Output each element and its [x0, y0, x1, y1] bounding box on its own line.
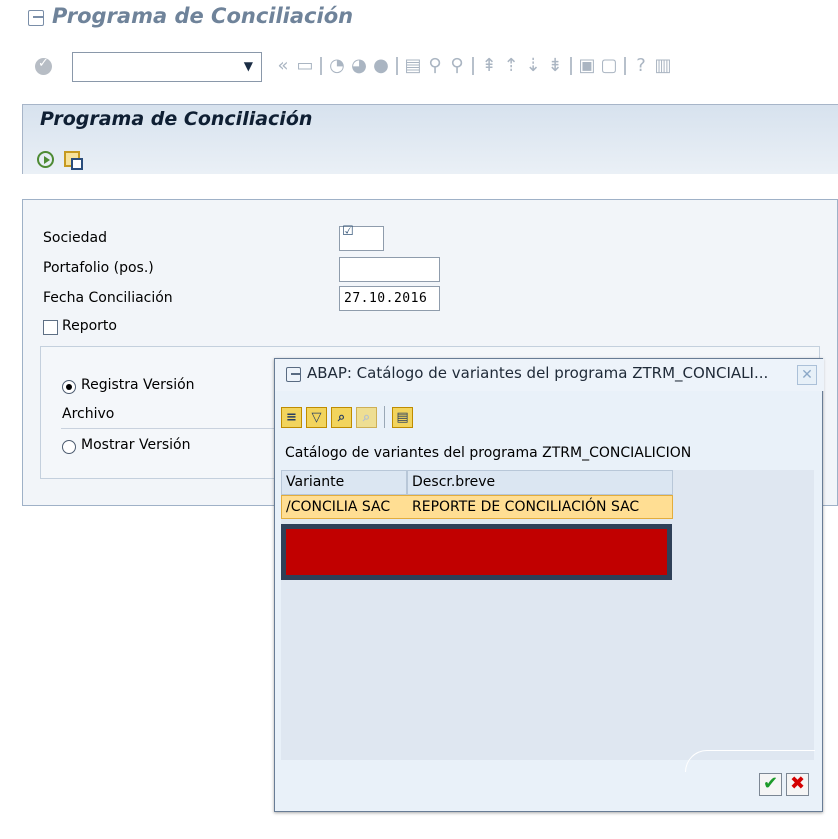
find-icon[interactable]: ⚲ — [426, 55, 444, 76]
find-next-icon[interactable]: ⚲ — [448, 55, 466, 76]
checkbox-icon: ☑ — [342, 224, 354, 239]
sociedad-input[interactable]: ☑ — [339, 224, 384, 251]
next-page-icon[interactable]: ⇣ — [524, 55, 542, 76]
toolbar-separator — [384, 406, 385, 428]
copy-icon[interactable] — [64, 151, 83, 170]
cancel-icon[interactable]: ● — [372, 55, 390, 76]
variant-cell[interactable]: /CONCILIA SAC — [282, 496, 408, 518]
first-page-icon[interactable]: ⇞ — [480, 55, 498, 76]
redacted-area — [281, 524, 672, 580]
catalog-title: Catálogo de variantes del programa ZTRM_… — [285, 445, 692, 461]
application-toolbar — [37, 151, 83, 170]
separator — [624, 56, 626, 75]
standard-toolbar: ▼ « ▭ ◔ ◕ ● ▤ ⚲ ⚲ ⇞ ⇡ ⇣ ⇟ ▣ ▢ ? ▥ — [0, 48, 838, 86]
variant-catalog-dialog: ABAP: Catálogo de variantes del programa… — [274, 358, 824, 812]
sort-ascending-icon[interactable]: ≡ — [281, 406, 302, 428]
reporto-checkbox[interactable] — [43, 320, 58, 335]
fecha-conciliacion-input[interactable]: 27.10.2016 — [339, 286, 440, 311]
window-icon — [28, 10, 44, 26]
layout-icon[interactable]: ▥ — [654, 55, 672, 76]
registra-version-label: Registra Versión — [81, 377, 195, 393]
help-icon[interactable]: ? — [632, 55, 650, 76]
toolbar-icons: « ▭ ◔ ◕ ● ▤ ⚲ ⚲ ⇞ ⇡ ⇣ ⇟ ▣ ▢ ? ▥ — [274, 55, 672, 76]
filter-icon[interactable]: ▽ — [306, 406, 327, 428]
check-icon[interactable] — [35, 56, 52, 75]
portafolio-input[interactable] — [339, 257, 440, 282]
registra-version-radio[interactable] — [62, 380, 76, 394]
reporto-label: Reporto — [62, 318, 117, 334]
ok-button[interactable]: ✔ — [759, 773, 782, 796]
execute-icon[interactable] — [37, 151, 54, 168]
table-header: Variante Descr.breve — [281, 470, 814, 495]
dialog-title: ABAP: Catálogo de variantes del programa… — [307, 364, 769, 382]
portafolio-label: Portafolio (pos.) — [43, 260, 154, 276]
window-title-bar: Programa de Conciliación — [0, 0, 838, 42]
description-column-header[interactable]: Descr.breve — [407, 470, 673, 495]
dialog-toolbar: ≡ ▽ ⌕ ⌕ ▤ — [281, 406, 413, 428]
separator — [320, 56, 322, 75]
archivo-label: Archivo — [62, 406, 115, 422]
shortcut-icon[interactable]: ▢ — [600, 55, 618, 76]
command-field[interactable]: ▼ — [72, 52, 262, 82]
cancel-button[interactable]: ✖ — [786, 773, 809, 796]
sociedad-label: Sociedad — [43, 230, 108, 246]
print-icon[interactable]: ▤ — [392, 406, 413, 428]
back-icon[interactable]: « — [274, 55, 292, 76]
separator — [570, 56, 572, 75]
save-icon[interactable]: ▭ — [296, 55, 314, 76]
archivo-divider — [61, 428, 301, 429]
last-page-icon[interactable]: ⇟ — [546, 55, 564, 76]
find-icon[interactable]: ⌕ — [331, 406, 352, 428]
dropdown-arrow-icon[interactable]: ▼ — [244, 59, 253, 73]
mostrar-version-radio[interactable] — [62, 440, 76, 454]
variant-column-header[interactable]: Variante — [281, 470, 407, 495]
variant-table: Variante Descr.breve /CONCILIA SAC REPOR… — [281, 470, 814, 760]
separator — [472, 56, 474, 75]
dialog-header: ABAP: Catálogo de variantes del programa… — [275, 359, 824, 391]
close-icon[interactable]: ✕ — [797, 365, 817, 385]
new-session-icon[interactable]: ▣ — [578, 55, 596, 76]
mostrar-version-label: Mostrar Versión — [81, 437, 191, 453]
table-row[interactable]: /CONCILIA SAC REPORTE DE CONCILIACIÓN SA… — [281, 495, 673, 519]
exit-icon[interactable]: ◕ — [350, 55, 368, 76]
print-icon[interactable]: ▤ — [404, 55, 422, 76]
description-cell[interactable]: REPORTE DE CONCILIACIÓN SAC — [408, 496, 674, 518]
window-title: Programa de Conciliación — [52, 4, 354, 28]
back-arrow-icon[interactable]: ◔ — [328, 55, 346, 76]
separator — [396, 56, 398, 75]
fecha-conciliacion-label: Fecha Conciliación — [43, 290, 173, 306]
screen-header: Programa de Conciliación — [22, 104, 838, 174]
find-next-icon[interactable]: ⌕ — [356, 406, 377, 428]
screen-title: Programa de Conciliación — [40, 108, 313, 130]
previous-page-icon[interactable]: ⇡ — [502, 55, 520, 76]
fecha-conciliacion-value: 27.10.2016 — [344, 291, 428, 306]
dialog-footer-curve — [685, 750, 815, 772]
dialog-window-icon — [286, 367, 301, 382]
